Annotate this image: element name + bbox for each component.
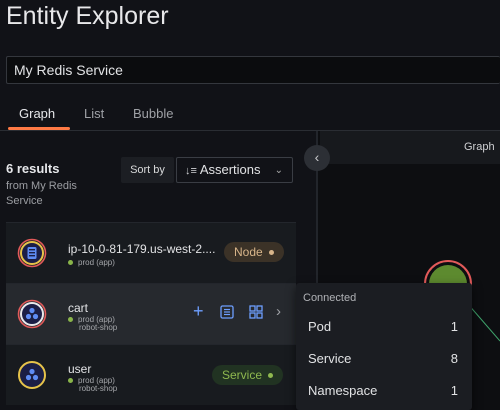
tab-bubble[interactable]: Bubble [133, 106, 173, 121]
search-input[interactable]: My Redis Service [6, 56, 500, 84]
service-entity-icon [17, 299, 47, 334]
status-dot [68, 378, 73, 384]
entity-row[interactable]: ip-10-0-81-179.us-west-2.... prod (app) … [6, 222, 296, 283]
entity-namespace: robot-shop [79, 384, 118, 393]
details-icon[interactable] [220, 305, 234, 324]
collapse-panel-button[interactable]: ‹ [304, 145, 330, 171]
node-entity-icon [17, 238, 47, 273]
dashboard-icon[interactable] [249, 305, 263, 324]
connected-item-count: 8 [450, 351, 458, 366]
entity-namespace: robot-shop [79, 323, 118, 332]
entity-name[interactable]: cart [68, 301, 88, 315]
status-dot [68, 260, 73, 266]
connected-item-count: 1 [450, 383, 458, 398]
entity-type-badge: Node [224, 242, 284, 262]
sort-selected-value: Assertions [199, 162, 261, 177]
sort-select[interactable]: ↓≡ Assertions ⌄ [176, 157, 293, 183]
graph-header-title: Graph [464, 141, 495, 153]
entity-scope: prod (app) [68, 258, 115, 267]
results-count: 6 results [6, 161, 60, 176]
tab-list[interactable]: List [84, 106, 104, 121]
chevron-down-icon: ⌄ [274, 165, 283, 176]
entity-name[interactable]: user [68, 362, 91, 376]
entity-row[interactable]: cart prod (app) robot-shop + › [6, 283, 296, 344]
connected-item-label[interactable]: Service [308, 351, 351, 366]
popover-title: Connected [303, 292, 357, 304]
entity-type-badge: Service [212, 365, 284, 385]
page-title: Entity Explorer [6, 2, 169, 30]
sort-by-label: Sort by [121, 157, 174, 183]
add-icon[interactable]: + [193, 302, 204, 320]
connected-item-label[interactable]: Pod [308, 319, 331, 334]
service-entity-icon [17, 360, 47, 395]
status-dot [68, 317, 73, 323]
connected-item-label[interactable]: Namespace [308, 383, 377, 398]
chevron-right-icon[interactable]: › [276, 303, 281, 320]
connected-item-count: 1 [450, 319, 458, 334]
sort-order-icon: ↓≡ [185, 165, 197, 177]
results-source: from My Redis Service [6, 180, 77, 207]
tab-graph[interactable]: Graph [19, 106, 55, 121]
entity-row[interactable]: user prod (app) robot-shop Service [6, 344, 296, 405]
entity-name[interactable]: ip-10-0-81-179.us-west-2.... [68, 242, 215, 256]
